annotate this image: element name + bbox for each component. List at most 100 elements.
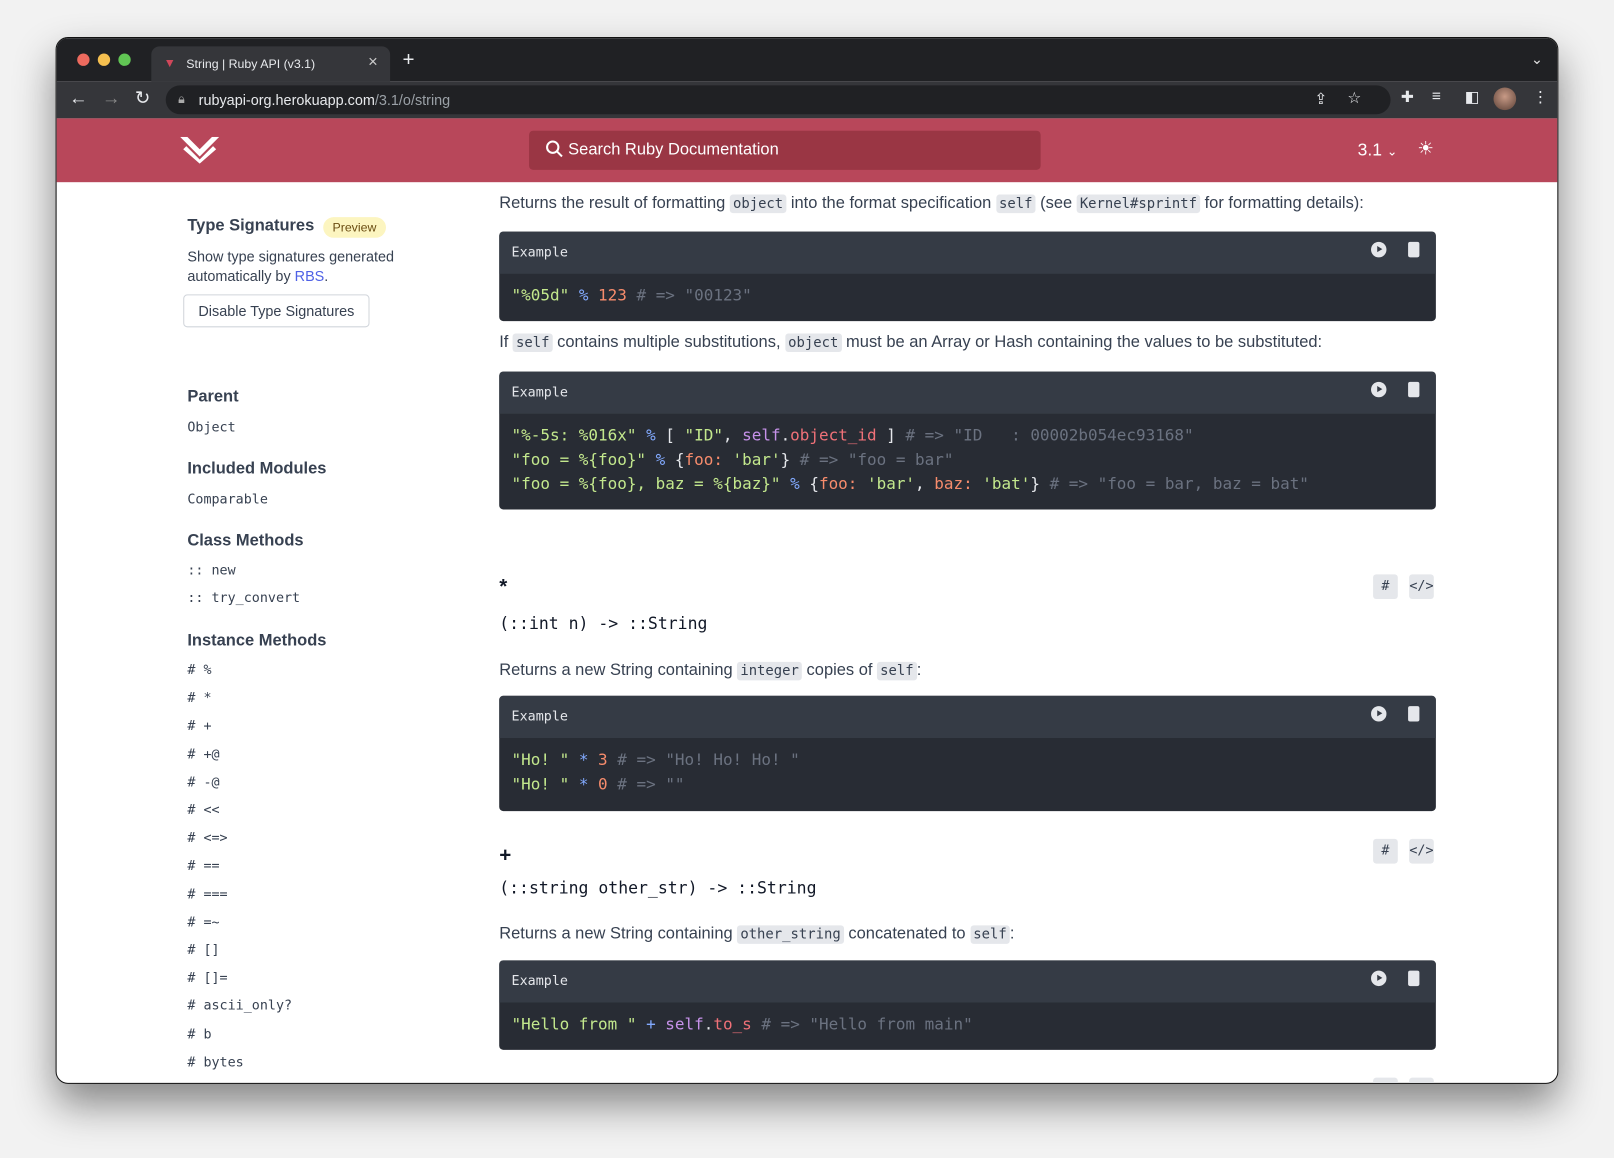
menu-kebab-icon[interactable]: ⋮: [1533, 87, 1548, 106]
clipboard-icon[interactable]: [1408, 970, 1420, 987]
text: :: [916, 661, 922, 680]
back-icon[interactable]: ←: [69, 87, 88, 109]
method-link[interactable]: # ===: [187, 887, 227, 902]
forward-icon[interactable]: →: [102, 87, 121, 109]
method-link[interactable]: # -@: [187, 775, 219, 790]
inline-code: self: [877, 661, 917, 681]
run-icon[interactable]: [1371, 381, 1387, 398]
method-heading-star: *: [499, 575, 508, 599]
close-window-button[interactable]: [77, 53, 90, 66]
url-path: /3.1/o/string: [374, 91, 451, 109]
run-icon[interactable]: [1371, 241, 1387, 258]
method-link[interactable]: # %: [187, 663, 211, 678]
profile-avatar[interactable]: [1493, 87, 1517, 111]
version-selector[interactable]: 3.1 ⌄: [1358, 140, 1398, 161]
browser-toolbar: ← → ↻ 🔒︎ rubyapi-org.herokuapp.com/3.1/o…: [56, 81, 1558, 119]
method-link[interactable]: # +@: [187, 747, 219, 762]
plus-description: Returns a new String containing other_st…: [499, 925, 1014, 944]
text: into the format specification: [786, 194, 996, 213]
text: concatenated to: [843, 925, 971, 943]
rbs-link[interactable]: RBS: [295, 268, 325, 284]
method-link[interactable]: # <=>: [187, 831, 227, 846]
view-source-button[interactable]: </>: [1409, 838, 1434, 864]
minimize-window-button[interactable]: [97, 53, 111, 66]
anchor-link-button[interactable]: #: [1373, 574, 1398, 600]
ruby-api-logo[interactable]: [180, 136, 220, 164]
method-link[interactable]: # bytesize: [187, 1083, 268, 1084]
code: "Hello from " + self.to_s # => "Hello fr…: [511, 1014, 973, 1034]
text: Returns a new String containing: [499, 661, 738, 680]
parent-link[interactable]: Object: [187, 420, 235, 435]
maximize-window-button[interactable]: [118, 53, 131, 66]
theme-toggle-sun-icon[interactable]: ☀: [1417, 138, 1434, 160]
reload-icon[interactable]: ↻: [135, 87, 151, 109]
method-signature: (::int n) -> ::String: [499, 613, 708, 634]
inline-code: self: [970, 925, 1010, 944]
inline-code: object: [729, 194, 787, 214]
address-bar[interactable]: 🔒︎ rubyapi-org.herokuapp.com/3.1/o/strin…: [165, 85, 1391, 115]
method-link[interactable]: # ==: [187, 859, 219, 874]
inline-code: Kernel#sprintf: [1076, 194, 1201, 214]
method-link[interactable]: # =~: [187, 915, 219, 930]
example-block: Example "Hello from " + self.to_s # => "…: [499, 960, 1436, 1050]
method-link[interactable]: :: new: [187, 563, 235, 578]
code: "Ho! " * 3 # => "Ho! Ho! Ho! " "Ho! " * …: [511, 750, 800, 794]
method-link[interactable]: :: try_convert: [187, 591, 300, 606]
example-label: Example: [511, 709, 568, 725]
anchor-link-button[interactable]: #: [1373, 1077, 1398, 1083]
text: Returns the result of formatting: [499, 194, 730, 213]
text: If: [499, 333, 513, 351]
lock-icon: 🔒︎: [178, 91, 185, 107]
reading-list-icon[interactable]: ≡: [1432, 87, 1441, 104]
example-label: Example: [511, 384, 568, 401]
share-icon[interactable]: ⇪: [1314, 90, 1327, 108]
method-link[interactable]: # +: [187, 719, 211, 734]
inline-code: other_string: [737, 925, 844, 944]
run-icon[interactable]: [1371, 706, 1387, 722]
view-source-button[interactable]: </>: [1409, 574, 1434, 600]
example-label: Example: [511, 244, 568, 261]
anchor-link-button[interactable]: #: [1373, 838, 1398, 864]
search-input[interactable]: Search Ruby Documentation: [529, 130, 1041, 170]
parent-heading: Parent: [187, 388, 239, 406]
favicon-icon: ▼: [163, 55, 176, 70]
disable-type-signatures-button[interactable]: Disable Type Signatures: [183, 294, 370, 328]
url-host: rubyapi-org.herokuapp.com: [198, 91, 375, 109]
bookmark-star-icon[interactable]: ☆: [1347, 89, 1361, 107]
chevron-down-icon: ⌄: [1386, 144, 1398, 159]
clipboard-icon[interactable]: [1408, 381, 1420, 398]
included-modules-heading: Included Modules: [187, 460, 327, 478]
tab-bar: ▼ String | Ruby API (v3.1) × + ⌄: [56, 38, 1558, 82]
method-link[interactable]: # bytes: [187, 1055, 243, 1070]
method-link[interactable]: # *: [187, 691, 211, 706]
desc-text: Show type signatures generated automatic…: [187, 248, 395, 285]
close-tab-icon[interactable]: ×: [368, 54, 378, 73]
search-icon: [546, 140, 563, 158]
clipboard-icon[interactable]: [1408, 706, 1420, 722]
new-tab-icon[interactable]: +: [402, 48, 414, 72]
text: copies of: [801, 661, 878, 680]
method-heading-plus: +: [499, 844, 512, 867]
clipboard-icon[interactable]: [1408, 241, 1420, 258]
run-icon[interactable]: [1371, 970, 1387, 987]
method-link[interactable]: # []: [187, 943, 219, 958]
text: :: [1009, 925, 1015, 943]
search-placeholder: Search Ruby Documentation: [568, 141, 779, 159]
method-link[interactable]: # []=: [187, 971, 227, 986]
inline-code: self: [995, 194, 1036, 214]
extensions-icon[interactable]: ✚: [1401, 87, 1414, 106]
type-signatures-description: Show type signatures generated automatic…: [187, 247, 413, 286]
inline-code: self: [512, 333, 553, 353]
text: must be an Array or Hash containing the …: [841, 333, 1323, 351]
method-link[interactable]: # b: [187, 1027, 211, 1042]
view-source-button[interactable]: </>: [1409, 1077, 1434, 1083]
browser-tab[interactable]: ▼ String | Ruby API (v3.1) ×: [151, 46, 391, 82]
method-link[interactable]: # <<: [187, 803, 219, 818]
included-module-link[interactable]: Comparable: [187, 492, 268, 507]
browser-window: ▼ String | Ruby API (v3.1) × + ⌄ ← → ↻ 🔒…: [55, 37, 1559, 1084]
side-panel-icon[interactable]: ◧: [1465, 87, 1480, 106]
method-link[interactable]: # ascii_only?: [187, 999, 292, 1014]
tab-search-chevron-icon[interactable]: ⌄: [1531, 50, 1543, 67]
type-signatures-heading: Type Signatures: [187, 217, 315, 235]
text: contains multiple substitutions,: [552, 333, 786, 351]
